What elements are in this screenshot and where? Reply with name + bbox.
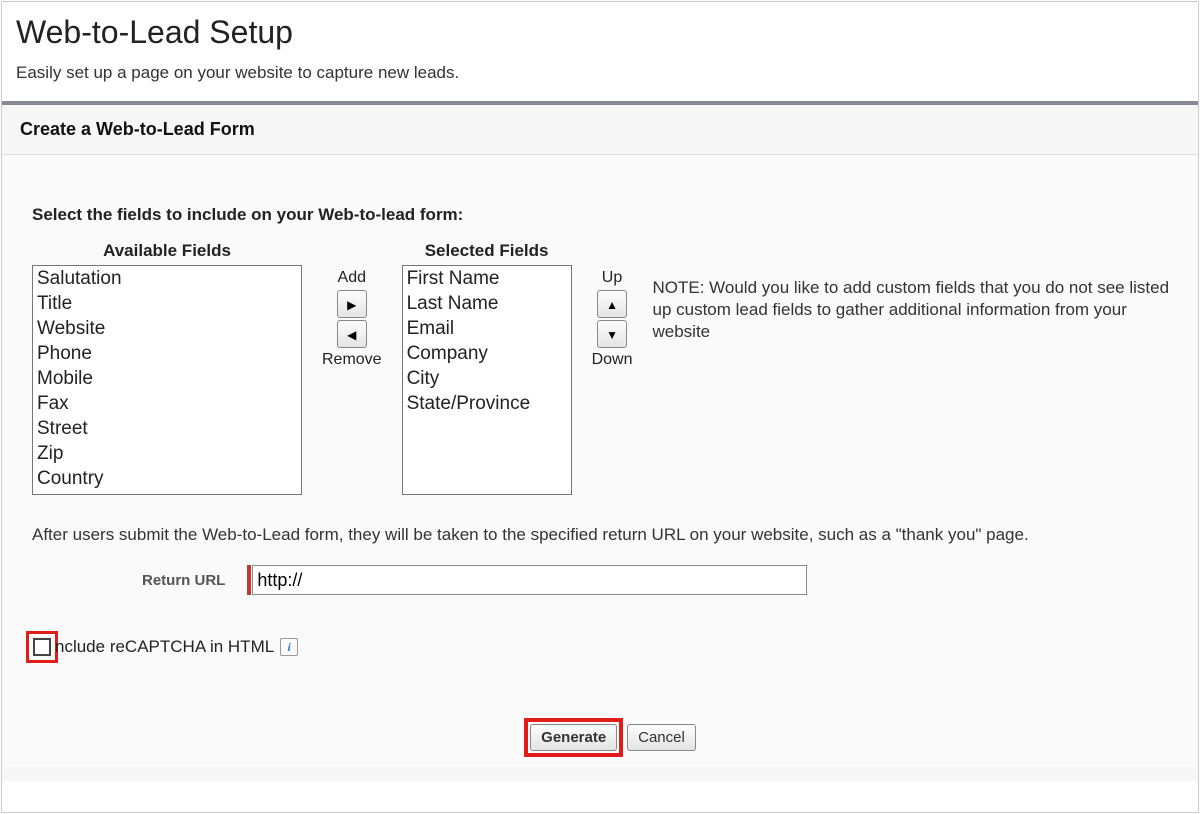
up-label: Up (602, 269, 622, 287)
down-label: Down (592, 351, 633, 369)
panel-title: Create a Web-to-Lead Form (2, 105, 1198, 155)
field-picker: Available Fields Salutation Title Websit… (32, 241, 1188, 495)
list-item[interactable]: Last Name (403, 291, 571, 316)
custom-fields-note: NOTE: Would you like to add custom field… (652, 241, 1188, 343)
page-subtitle: Easily set up a page on your website to … (2, 57, 1198, 101)
panel-body: Select the fields to include on your Web… (2, 155, 1198, 767)
list-item[interactable]: City (403, 366, 571, 391)
move-up-button[interactable]: ▲ (597, 290, 627, 318)
highlight-box: Generate (524, 718, 623, 757)
triangle-up-icon: ▲ (606, 298, 618, 312)
remove-label: Remove (322, 351, 382, 369)
up-down-column: Up ▲ ▼ Down (592, 241, 633, 371)
highlight-box (26, 631, 58, 663)
return-url-row: Return URL (142, 565, 1188, 595)
available-fields-label: Available Fields (103, 241, 231, 261)
list-item[interactable]: Country (33, 466, 301, 491)
move-down-button[interactable]: ▼ (597, 320, 627, 348)
recaptcha-checkbox[interactable] (33, 638, 51, 656)
generate-button[interactable]: Generate (530, 724, 617, 751)
action-row: Generate Cancel (32, 718, 1188, 757)
required-indicator (247, 565, 251, 595)
triangle-right-icon: ▶ (347, 298, 356, 312)
list-item[interactable]: State/Province (403, 391, 571, 416)
recaptcha-row: nclude reCAPTCHA in HTML i (26, 631, 1188, 663)
return-url-label: Return URL (142, 572, 225, 589)
list-item[interactable]: Zip (33, 441, 301, 466)
list-item[interactable]: Street (33, 416, 301, 441)
page-title: Web-to-Lead Setup (2, 2, 1198, 57)
list-item[interactable]: Email (403, 316, 571, 341)
selected-fields-label: Selected Fields (425, 241, 549, 261)
return-url-description: After users submit the Web-to-Lead form,… (32, 525, 1188, 545)
cancel-button[interactable]: Cancel (627, 724, 696, 751)
list-item[interactable]: Company (403, 341, 571, 366)
recaptcha-label: nclude reCAPTCHA in HTML (55, 637, 274, 657)
available-fields-listbox[interactable]: Salutation Title Website Phone Mobile Fa… (32, 265, 302, 495)
page-container: Web-to-Lead Setup Easily set up a page o… (1, 1, 1199, 813)
available-fields-column: Available Fields Salutation Title Websit… (32, 241, 302, 495)
list-item[interactable]: Salutation (33, 266, 301, 291)
form-panel: Create a Web-to-Lead Form Select the fie… (2, 101, 1198, 781)
triangle-left-icon: ◀ (347, 328, 356, 342)
selected-fields-listbox[interactable]: First Name Last Name Email Company City … (402, 265, 572, 495)
info-icon[interactable]: i (280, 638, 298, 656)
list-item[interactable]: First Name (403, 266, 571, 291)
list-item[interactable]: Website (33, 316, 301, 341)
list-item[interactable]: Fax (33, 391, 301, 416)
list-item[interactable]: Title (33, 291, 301, 316)
add-button[interactable]: ▶ (337, 290, 367, 318)
return-url-input[interactable] (252, 565, 807, 595)
field-select-instruction: Select the fields to include on your Web… (32, 205, 1188, 225)
remove-button[interactable]: ◀ (337, 320, 367, 348)
list-item[interactable]: Phone (33, 341, 301, 366)
list-item[interactable]: Mobile (33, 366, 301, 391)
add-label: Add (338, 269, 366, 287)
triangle-down-icon: ▼ (606, 328, 618, 342)
selected-fields-column: Selected Fields First Name Last Name Ema… (402, 241, 572, 495)
add-remove-column: Add ▶ ◀ Remove (322, 241, 382, 371)
